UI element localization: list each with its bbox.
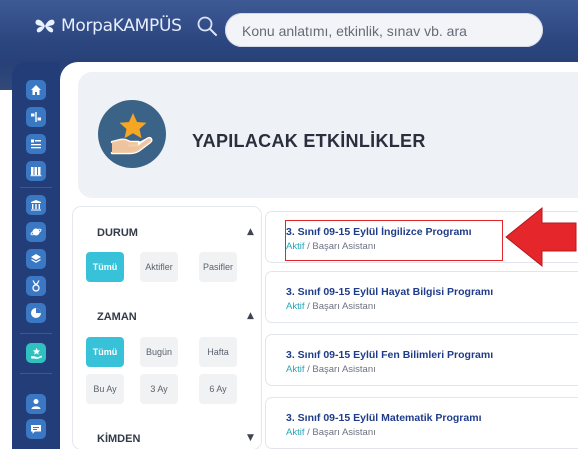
filter-panel: DURUM ▲ Tümü Aktifler Pasifler ZAMAN ▲ T…	[73, 207, 261, 449]
zaman-chip-month[interactable]: Bu Ay	[86, 374, 124, 404]
user-icon	[31, 399, 41, 409]
planet-icon	[30, 228, 42, 236]
sidebar-item-reports[interactable]	[26, 303, 46, 323]
building-icon	[31, 200, 41, 211]
sidebar-item-achievements[interactable]	[26, 276, 46, 296]
sidebar-item-messages[interactable]	[26, 419, 46, 439]
activity-meta: Aktif / Başarı Asistanı	[286, 301, 376, 312]
home-icon	[31, 85, 41, 95]
sidebar-item-activities[interactable]	[26, 343, 46, 363]
zaman-chip-6-months[interactable]: 6 Ay	[199, 374, 237, 404]
activity-source: / Başarı Asistanı	[304, 427, 376, 438]
sidebar-item-layers[interactable]	[26, 249, 46, 269]
logo[interactable]: MorpaKAMPÜS	[34, 14, 182, 38]
activity-meta: Aktif / Başarı Asistanı	[286, 364, 376, 375]
layers-icon	[31, 254, 41, 263]
star-hand-icon	[30, 347, 42, 359]
sidebar-item-explore[interactable]	[26, 222, 46, 242]
logo-text: MorpaKAMPÜS	[61, 16, 182, 36]
activity-item[interactable]: 3. Sınıf 09-15 Eylül Matematik Programı …	[266, 398, 578, 448]
zaman-chip-all[interactable]: Tümü	[86, 337, 124, 367]
filter-durum-title[interactable]: DURUM	[97, 227, 138, 239]
zaman-chip-3-months[interactable]: 3 Ay	[140, 374, 178, 404]
books-icon	[30, 167, 42, 177]
activity-title[interactable]: 3. Sınıf 09-15 Eylül Matematik Programı	[286, 412, 482, 424]
page-title: YAPILACAK ETKİNLİKLER	[192, 131, 426, 151]
search-input[interactable]	[240, 13, 534, 49]
hand-star-icon	[110, 113, 153, 155]
sidebar-item-documents[interactable]	[26, 134, 46, 154]
document-list-icon	[31, 139, 41, 149]
sidebar-item-split[interactable]	[26, 107, 46, 127]
activity-status: Aktif	[286, 427, 305, 438]
search-icon[interactable]	[196, 15, 218, 41]
zaman-chip-week[interactable]: Hafta	[199, 337, 237, 367]
durum-chip-all[interactable]: Tümü	[86, 252, 124, 282]
app-window: MorpaKAMPÜS Konu anlatımı, etkinlik, sın…	[0, 0, 578, 449]
activity-item[interactable]: 3. Sınıf 09-15 Eylül Fen Bilimleri Progr…	[266, 335, 578, 385]
filter-kimden-toggle[interactable]: ▼	[247, 433, 254, 443]
activity-source: / Başarı Asistanı	[304, 364, 376, 375]
butterfly-icon	[35, 19, 55, 33]
activity-title[interactable]: 3. Sınıf 09-15 Eylül Fen Bilimleri Progr…	[286, 349, 493, 361]
sidebar	[12, 62, 60, 449]
filter-durum-toggle[interactable]: ▲	[247, 227, 254, 237]
filter-zaman-toggle[interactable]: ▲	[247, 311, 254, 321]
filter-zaman-title[interactable]: ZAMAN	[97, 311, 137, 323]
sidebar-item-school[interactable]	[26, 195, 46, 215]
pie-chart-icon	[31, 308, 41, 318]
activity-item[interactable]: 3. Sınıf 09-15 Eylül Hayat Bilgisi Progr…	[266, 272, 578, 322]
medal-icon	[32, 280, 40, 292]
zaman-chip-today[interactable]: Bugün	[140, 337, 178, 367]
sidebar-item-home[interactable]	[26, 80, 46, 100]
page-header: YAPILACAK ETKİNLİKLER	[78, 72, 578, 198]
durum-chip-active[interactable]: Aktifler	[140, 252, 178, 282]
activity-status: Aktif	[286, 301, 305, 312]
highlight-box	[285, 220, 503, 261]
sidebar-item-profile[interactable]	[26, 394, 46, 414]
filter-kimden-title[interactable]: KİMDEN	[97, 433, 140, 445]
chat-icon	[31, 425, 41, 434]
header-badge	[98, 100, 166, 168]
search-field[interactable]	[225, 13, 543, 49]
activity-meta: Aktif / Başarı Asistanı	[286, 427, 376, 438]
activity-title[interactable]: 3. Sınıf 09-15 Eylül Hayat Bilgisi Progr…	[286, 286, 493, 298]
red-arrow-icon	[505, 206, 577, 268]
activity-source: / Başarı Asistanı	[304, 301, 376, 312]
sidebar-item-library[interactable]	[26, 161, 46, 181]
split-icon	[31, 112, 41, 122]
activity-status: Aktif	[286, 364, 305, 375]
durum-chip-passive[interactable]: Pasifler	[199, 252, 237, 282]
